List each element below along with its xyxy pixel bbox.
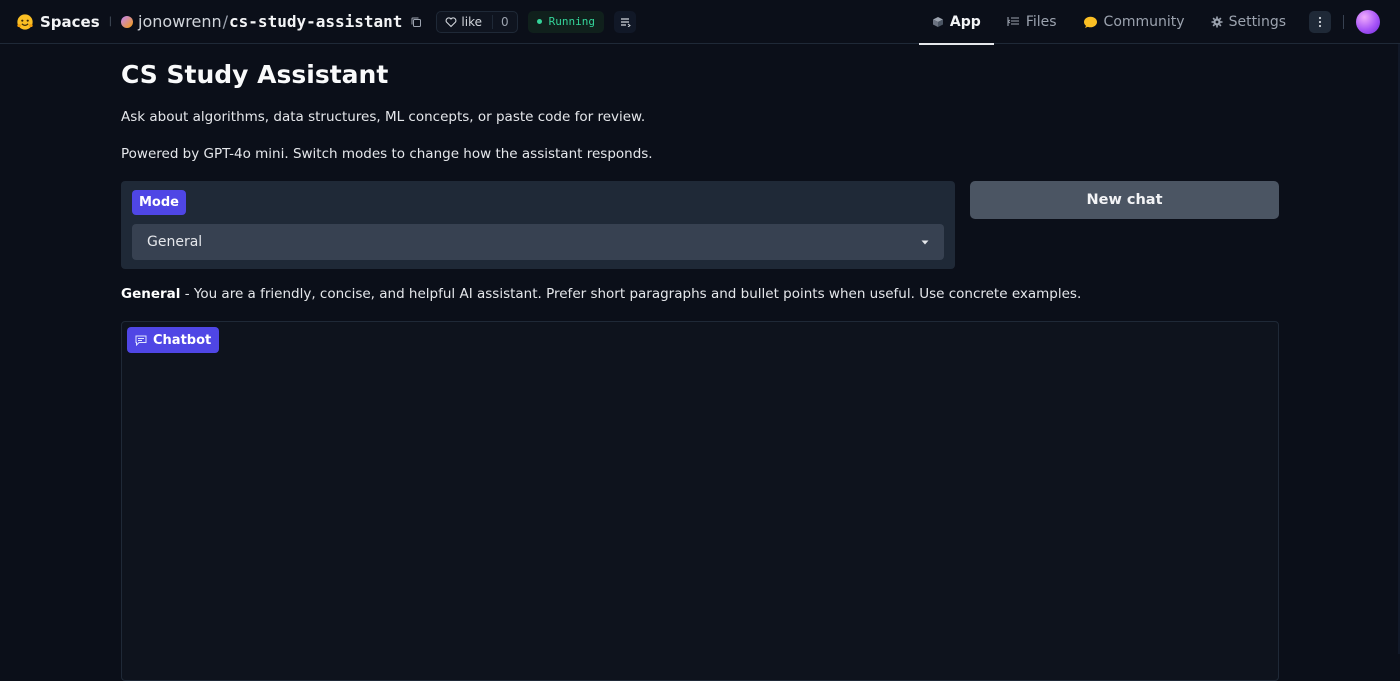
mode-description-name: General bbox=[121, 286, 181, 302]
header-divider bbox=[1343, 14, 1344, 29]
description-line-2: Powered by GPT-4o mini. Switch modes to … bbox=[121, 146, 653, 162]
tab-settings[interactable]: Settings bbox=[1198, 0, 1299, 44]
status-dot-icon bbox=[536, 19, 542, 24]
tab-files-label: Files bbox=[1025, 13, 1057, 30]
logs-button[interactable] bbox=[614, 10, 636, 33]
cube-icon bbox=[932, 16, 943, 27]
like-button[interactable]: like 0 bbox=[436, 10, 518, 33]
tab-files[interactable]: Files bbox=[994, 0, 1070, 44]
repo-link[interactable]: cs-study-assistant bbox=[229, 12, 402, 31]
tab-settings-label: Settings bbox=[1228, 13, 1286, 30]
list-lines-icon bbox=[620, 17, 631, 27]
mode-dropdown-panel: Mode General bbox=[121, 181, 955, 269]
user-avatar[interactable] bbox=[1356, 9, 1380, 34]
chatbot-label: Chatbot bbox=[127, 327, 220, 353]
new-chat-button[interactable]: New chat bbox=[970, 181, 1279, 219]
kebab-menu-icon bbox=[1318, 16, 1322, 27]
tab-app-label: App bbox=[949, 13, 981, 30]
header-nav: App Files Community Settings bbox=[918, 0, 1400, 45]
mode-selected-value: General bbox=[147, 234, 203, 250]
chatbot-label-text: Chatbot bbox=[153, 332, 212, 348]
header-separator: | bbox=[108, 16, 113, 27]
like-label: like bbox=[461, 14, 482, 29]
path-separator: / bbox=[222, 12, 229, 31]
spaces-link[interactable]: Spaces bbox=[40, 13, 100, 31]
heart-icon bbox=[445, 16, 457, 27]
tab-app[interactable]: App bbox=[918, 0, 994, 45]
description-line-1: Ask about algorithms, data structures, M… bbox=[121, 109, 646, 125]
mode-label: Mode bbox=[132, 190, 186, 215]
page-title: CS Study Assistant bbox=[121, 60, 389, 89]
status-badge[interactable]: Running bbox=[527, 10, 604, 33]
status-text: Running bbox=[548, 15, 595, 28]
owner-link[interactable]: jonowrenn bbox=[138, 12, 222, 31]
community-icon bbox=[1083, 16, 1097, 28]
owner-avatar[interactable] bbox=[121, 15, 134, 28]
tab-community[interactable]: Community bbox=[1070, 0, 1198, 44]
top-bar: Spaces | jonowrenn / cs-study-assistant … bbox=[0, 0, 1400, 45]
files-icon bbox=[1007, 17, 1019, 26]
gear-icon bbox=[1211, 16, 1223, 27]
more-options-button[interactable] bbox=[1309, 10, 1331, 33]
tab-community-label: Community bbox=[1103, 13, 1185, 30]
chat-bubble-icon bbox=[135, 335, 147, 346]
mode-select[interactable]: General bbox=[132, 224, 944, 260]
caret-down-icon bbox=[921, 240, 929, 244]
mode-description-text: - You are a friendly, concise, and helpf… bbox=[180, 286, 1082, 302]
like-count[interactable]: 0 bbox=[492, 14, 509, 29]
hugging-face-logo-icon[interactable] bbox=[16, 13, 34, 31]
header-left: Spaces | jonowrenn / cs-study-assistant … bbox=[0, 0, 636, 43]
mode-description: General - You are a friendly, concise, a… bbox=[121, 286, 1081, 302]
chatbot-panel[interactable]: Chatbot bbox=[121, 321, 1279, 681]
copy-icon[interactable] bbox=[410, 16, 422, 28]
